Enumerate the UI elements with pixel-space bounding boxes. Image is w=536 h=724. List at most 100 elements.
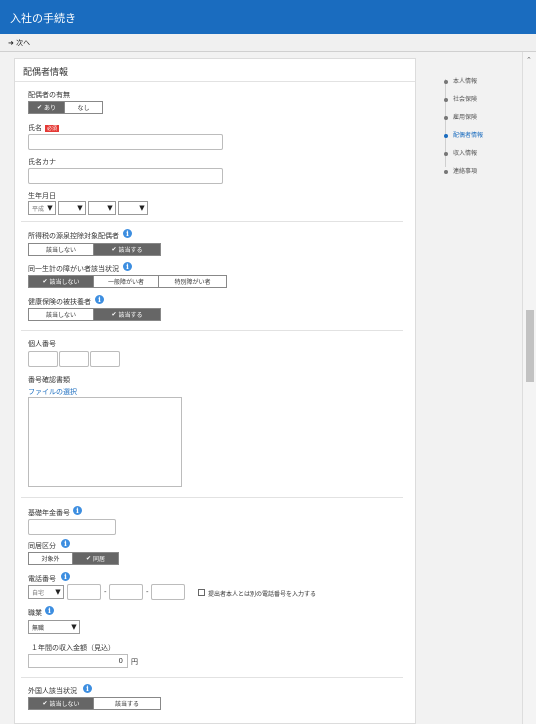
my-number-part-2[interactable]	[59, 351, 89, 367]
scrollbar-thumb[interactable]	[526, 310, 534, 382]
tax-dependent-toggle: 該当しない ✔ 該当する	[28, 243, 161, 256]
chevron-down-icon: ▼	[137, 202, 147, 214]
app-header: 入社の手続き	[0, 0, 536, 34]
name-kana-input[interactable]	[28, 168, 223, 184]
scroll-up-icon[interactable]: ⌃	[526, 56, 532, 64]
step-notes[interactable]: 連絡事項	[444, 166, 477, 175]
residence-toggle: 対象外 ✔ 同居	[28, 552, 119, 565]
info-icon[interactable]: i	[73, 506, 82, 515]
section-divider	[21, 677, 403, 678]
check-icon: ✔	[42, 278, 48, 285]
pension-number-input[interactable]	[28, 519, 116, 535]
alt-phone-label: 提出者本人とは別の電話番号を入力する	[208, 591, 317, 598]
section-divider	[21, 330, 403, 331]
residence-none[interactable]: 対象外	[29, 553, 73, 564]
occupation-label: 職業	[28, 609, 42, 617]
section-title-divider	[15, 81, 415, 82]
step-dot	[444, 169, 448, 174]
step-dot	[444, 115, 448, 120]
spouse-presence-yes[interactable]: ✔ あり	[29, 102, 65, 113]
step-dot	[444, 151, 448, 156]
check-icon: ✔	[42, 700, 48, 707]
foreign-resident-toggle: ✔ 該当しない 該当する	[28, 697, 161, 710]
check-icon: ✔	[111, 311, 117, 318]
step-social-insurance[interactable]: 社会保険	[444, 94, 477, 103]
tax-dependent-label: 所得税の源泉控除対象配偶者	[28, 232, 119, 240]
check-icon: ✔	[111, 246, 117, 253]
vertical-scrollbar[interactable]: ⌃	[522, 52, 536, 724]
annual-income-input[interactable]: 0	[28, 654, 128, 668]
chevron-down-icon: ▼	[45, 202, 55, 214]
spouse-presence-no[interactable]: なし	[65, 102, 102, 113]
my-number-part-3[interactable]	[90, 351, 120, 367]
step-income-info[interactable]: 収入情報	[444, 148, 477, 157]
info-icon[interactable]: i	[61, 539, 70, 548]
next-label: 次へ	[16, 39, 31, 47]
step-dot	[444, 79, 448, 84]
health-insurance-no[interactable]: 該当しない	[29, 309, 94, 320]
spouse-info-card: 配偶者情報 配偶者の有無 ✔ あり なし 氏名 必須 氏名カナ 生年月日 平成 ▼ ▼…	[14, 58, 416, 724]
phone-part-1[interactable]	[67, 584, 101, 600]
disability-general[interactable]: 一般障がい者	[94, 276, 159, 287]
health-insurance-yes[interactable]: ✔ 該当する	[94, 309, 160, 320]
page-title: 入社の手続き	[10, 12, 76, 25]
disability-special[interactable]: 特別障がい者	[159, 276, 226, 287]
phone-label: 電話番号	[28, 575, 56, 583]
phone-type-select[interactable]: 自宅 ▼	[28, 585, 64, 599]
next-button[interactable]: ➜ 次へ	[8, 38, 30, 48]
chevron-down-icon: ▼	[75, 202, 85, 214]
annual-income-label: １年間の収入金額（見込）	[31, 644, 115, 652]
step-dot	[444, 97, 448, 102]
name-input[interactable]	[28, 134, 223, 150]
chevron-down-icon: ▼	[69, 621, 79, 633]
tax-dependent-no[interactable]: 該当しない	[29, 244, 94, 255]
section-divider	[21, 497, 403, 498]
info-icon[interactable]: i	[123, 262, 132, 271]
phone-separator: -	[104, 588, 107, 596]
spouse-presence-toggle: ✔ あり なし	[28, 101, 103, 114]
alt-phone-checkbox[interactable]	[198, 589, 205, 596]
content-area: 配偶者情報 配偶者の有無 ✔ あり なし 氏名 必須 氏名カナ 生年月日 平成 ▼ ▼…	[0, 52, 536, 724]
tax-dependent-yes[interactable]: ✔ 該当する	[94, 244, 160, 255]
foreign-resident-no[interactable]: ✔ 該当しない	[29, 698, 94, 709]
check-icon: ✔	[36, 104, 42, 111]
birth-year-select[interactable]: ▼	[58, 201, 86, 215]
step-spouse-info[interactable]: 配偶者情報	[444, 130, 483, 139]
file-drop-area[interactable]	[28, 397, 182, 487]
my-number-part-1[interactable]	[28, 351, 58, 367]
residence-together[interactable]: ✔ 同居	[73, 553, 118, 564]
disability-none[interactable]: ✔ 該当しない	[29, 276, 94, 287]
info-icon[interactable]: i	[45, 606, 54, 615]
health-insurance-label: 健康保険の被扶養者	[28, 298, 91, 306]
currency-unit: 円	[131, 658, 138, 666]
info-icon[interactable]: i	[95, 295, 104, 304]
chevron-down-icon: ▼	[53, 586, 63, 598]
id-document-label: 番号確認書類	[28, 376, 70, 384]
step-personal-info[interactable]: 本人情報	[444, 76, 477, 85]
birth-day-select[interactable]: ▼	[118, 201, 148, 215]
birth-month-select[interactable]: ▼	[88, 201, 116, 215]
file-select-link[interactable]: ファイルの選択	[28, 387, 77, 397]
info-icon[interactable]: i	[123, 229, 132, 238]
birth-era-select[interactable]: 平成 ▼	[28, 201, 56, 215]
phone-part-2[interactable]	[109, 584, 143, 600]
toolbar: ➜ 次へ	[0, 34, 536, 52]
info-icon[interactable]: i	[61, 572, 70, 581]
name-kana-label: 氏名カナ	[28, 158, 56, 166]
residence-label: 同居区分	[28, 542, 56, 550]
disability-label: 同一生計の障がい者該当状況	[28, 265, 119, 273]
check-icon: ✔	[85, 555, 91, 562]
phone-part-3[interactable]	[151, 584, 185, 600]
step-dot	[444, 133, 448, 138]
foreign-resident-yes[interactable]: 該当する	[94, 698, 160, 709]
step-employment-insurance[interactable]: 雇用保険	[444, 112, 477, 121]
disability-toggle: ✔ 該当しない 一般障がい者 特別障がい者	[28, 275, 227, 288]
occupation-select[interactable]: 無職 ▼	[28, 620, 80, 634]
pension-number-label: 基礎年金番号	[28, 509, 70, 517]
health-insurance-toggle: 該当しない ✔ 該当する	[28, 308, 161, 321]
my-number-label: 個人番号	[28, 340, 56, 348]
phone-separator: -	[146, 588, 149, 596]
info-icon[interactable]: i	[83, 684, 92, 693]
name-label: 氏名 必須	[28, 124, 60, 132]
spouse-presence-label: 配偶者の有無	[28, 91, 70, 99]
